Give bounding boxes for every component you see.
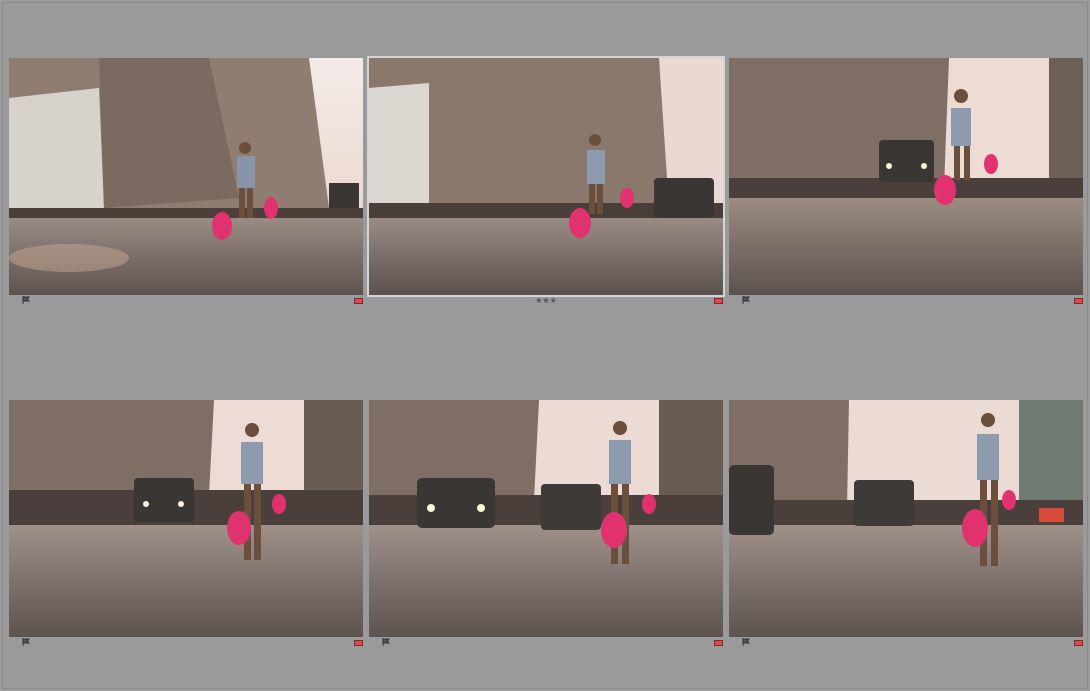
street-photo-image [729,400,1083,637]
color-label-red[interactable] [354,298,363,304]
thumbnail-cell-6[interactable] [729,400,1083,646]
photo-thumbnail[interactable] [369,400,723,637]
street-photo-image [729,58,1083,295]
street-photo-image [369,400,723,637]
star-rating[interactable]: ★★★ [369,295,723,307]
color-label-red[interactable] [354,640,363,646]
photo-thumbnail[interactable] [367,56,725,297]
star-rating[interactable] [9,637,363,649]
star-rating[interactable] [729,637,1083,649]
street-photo-image [9,400,363,637]
star-rating[interactable] [369,637,723,649]
thumbnail-cell-2[interactable]: ★★★ [367,56,725,305]
photo-thumbnail[interactable] [9,58,363,295]
street-photo-image [9,58,363,295]
color-label-red[interactable] [1074,298,1083,304]
thumbnail-cell-5[interactable] [369,400,723,646]
thumbnail-cell-4[interactable] [9,400,363,646]
color-label-red[interactable] [714,298,723,304]
thumbnail-cell-3[interactable] [729,58,1083,304]
color-label-red[interactable] [714,640,723,646]
street-photo-image [369,58,723,295]
photo-thumbnail[interactable] [729,58,1083,295]
photo-thumbnail[interactable] [729,400,1083,637]
thumbnail-cell-1[interactable] [9,58,363,304]
color-label-red[interactable] [1074,640,1083,646]
star-rating[interactable] [9,295,363,307]
star-rating[interactable] [729,295,1083,307]
photo-thumbnail[interactable] [9,400,363,637]
